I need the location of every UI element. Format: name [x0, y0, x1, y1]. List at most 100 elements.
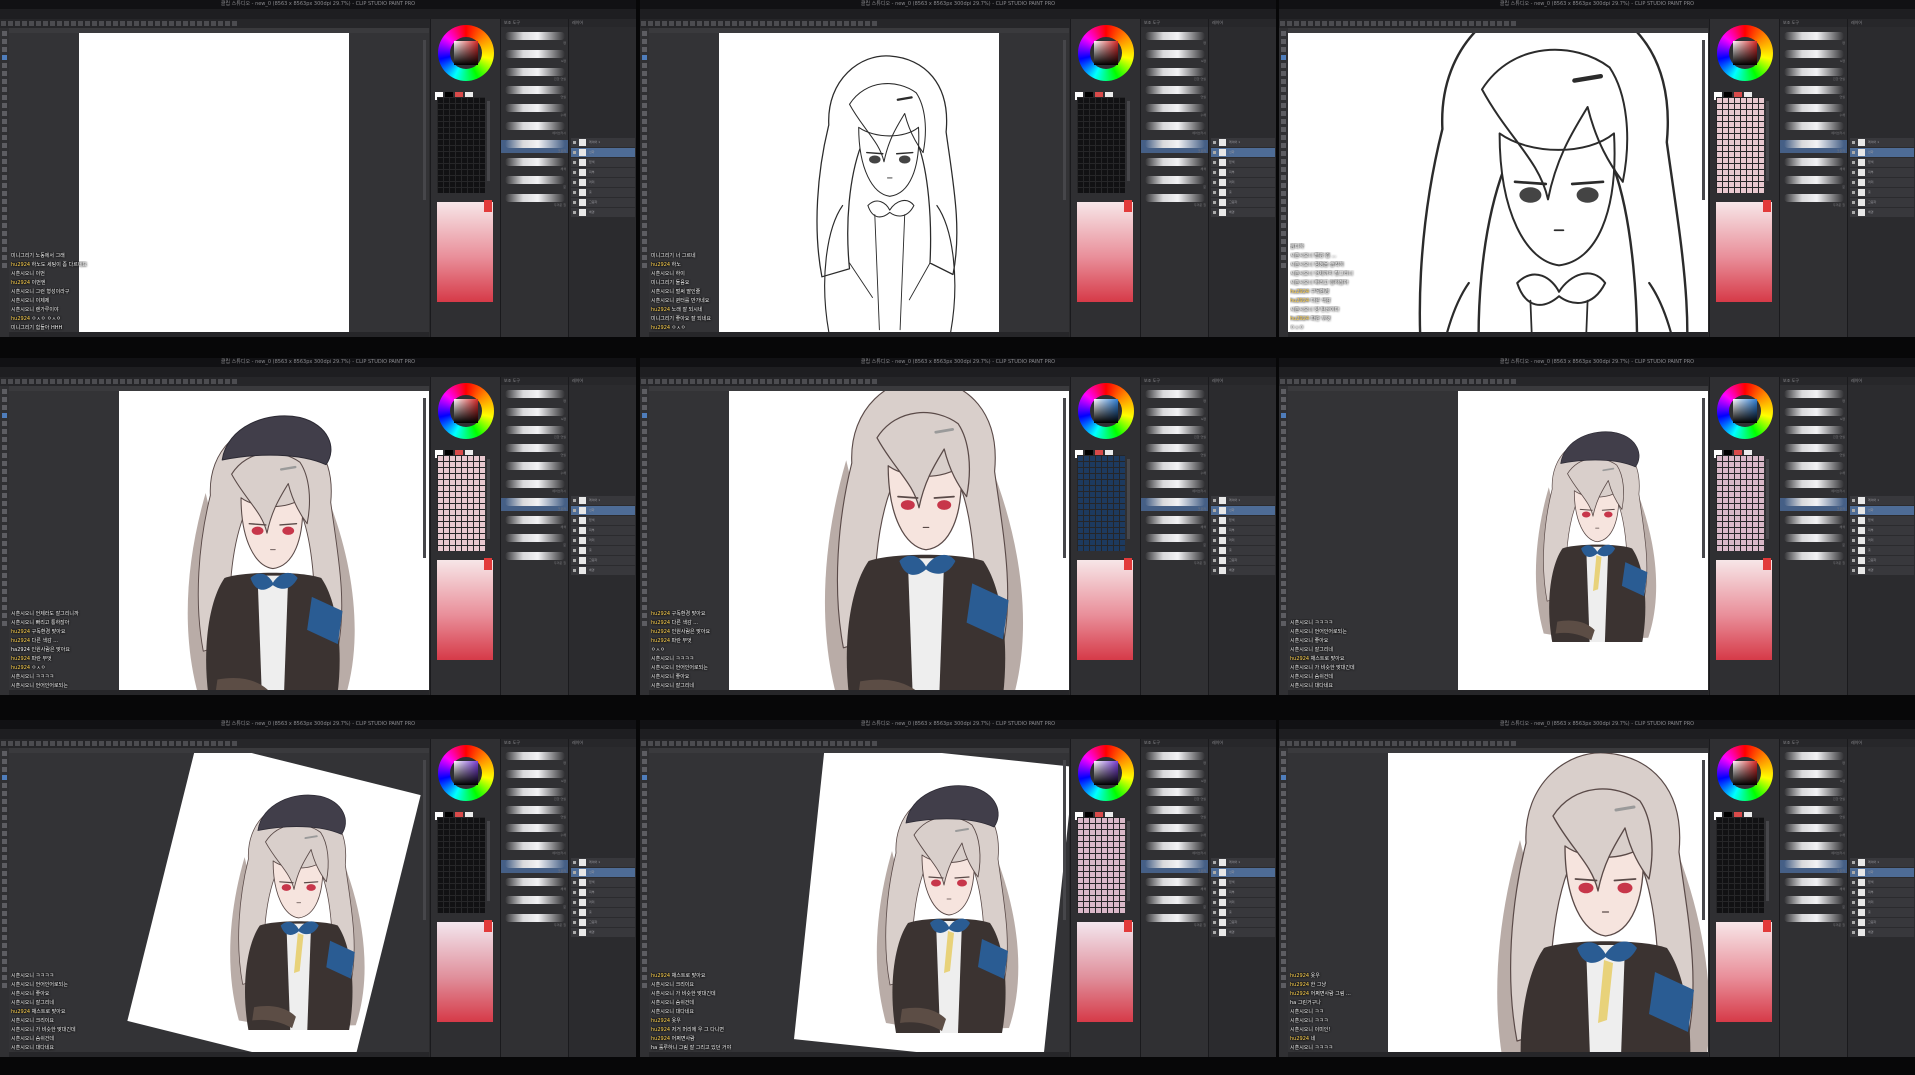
command-icon[interactable]: [655, 379, 660, 384]
eye-icon[interactable]: [1213, 891, 1216, 894]
command-icon[interactable]: [232, 741, 237, 746]
brush-item[interactable]: 연필: [501, 806, 569, 819]
tool-icon[interactable]: [1281, 799, 1286, 804]
tool-icon[interactable]: [1281, 533, 1286, 538]
command-icon[interactable]: [1343, 741, 1348, 746]
tool-icon[interactable]: [2, 871, 7, 876]
tool-icon[interactable]: [642, 55, 647, 60]
brush-item[interactable]: 수채: [1780, 462, 1848, 475]
command-icon[interactable]: [760, 21, 765, 26]
command-icon[interactable]: [1399, 21, 1404, 26]
tool-icon[interactable]: [642, 911, 647, 916]
tool-icon[interactable]: [1281, 855, 1286, 860]
command-icon[interactable]: [1329, 21, 1334, 26]
tool-icon[interactable]: [642, 151, 647, 156]
command-icon[interactable]: [78, 379, 83, 384]
tool-icon[interactable]: [2, 87, 7, 92]
brush-panel-tab[interactable]: 보조 도구: [501, 377, 569, 385]
command-icon[interactable]: [732, 379, 737, 384]
tool-icon[interactable]: [2, 263, 7, 268]
layer-row[interactable]: 피부: [571, 168, 635, 177]
layer-row[interactable]: 배경: [571, 928, 635, 937]
eye-icon[interactable]: [573, 881, 576, 884]
brush-panel-tab[interactable]: 보조 도구: [1780, 377, 1848, 385]
eye-icon[interactable]: [1213, 901, 1216, 904]
command-icon[interactable]: [851, 741, 856, 746]
command-icon[interactable]: [697, 741, 702, 746]
command-icon[interactable]: [1336, 21, 1341, 26]
command-icon[interactable]: [1441, 379, 1446, 384]
tool-icon[interactable]: [2, 759, 7, 764]
command-icon[interactable]: [99, 21, 104, 26]
tool-icon[interactable]: [2, 477, 7, 482]
layer-row[interactable]: 배경: [1850, 566, 1914, 575]
color-ramp[interactable]: [1716, 922, 1772, 1022]
tool-icon[interactable]: [2, 39, 7, 44]
saturation-value-square[interactable]: [454, 399, 478, 423]
eye-icon[interactable]: [1852, 559, 1855, 562]
command-icon[interactable]: [809, 741, 814, 746]
tool-icon[interactable]: [642, 541, 647, 546]
tool-icon[interactable]: [642, 111, 647, 116]
tool-icon[interactable]: [642, 823, 647, 828]
saturation-value-square[interactable]: [1094, 761, 1118, 785]
brush-item[interactable]: 크로키: [1780, 140, 1848, 153]
command-icon[interactable]: [1448, 741, 1453, 746]
command-icon[interactable]: [1427, 379, 1432, 384]
tool-icon[interactable]: [2, 255, 7, 260]
command-icon[interactable]: [1350, 379, 1355, 384]
command-icon[interactable]: [1, 741, 6, 746]
eye-icon[interactable]: [573, 871, 576, 874]
tool-icon[interactable]: [642, 879, 647, 884]
tool-icon[interactable]: [1281, 823, 1286, 828]
command-icon[interactable]: [704, 21, 709, 26]
command-icon[interactable]: [872, 21, 877, 26]
command-icon[interactable]: [1343, 379, 1348, 384]
command-icon[interactable]: [36, 379, 41, 384]
brush-item[interactable]: 에어브러시: [501, 480, 569, 493]
layer-row[interactable]: 그림자: [1850, 918, 1914, 927]
tool-icon[interactable]: [1281, 517, 1286, 522]
tool-icon[interactable]: [642, 871, 647, 876]
color-ramp[interactable]: [437, 922, 493, 1022]
brush-item[interactable]: G펜: [1780, 408, 1848, 421]
color-wheel-icon[interactable]: [438, 745, 494, 801]
color-set-grid[interactable]: [1077, 97, 1125, 193]
brush-item[interactable]: 두꺼운 칠: [501, 552, 569, 565]
tool-icon[interactable]: [2, 831, 7, 836]
layer-row[interactable]: 레이어 1: [571, 858, 635, 867]
brush-item[interactable]: 에어브러시: [501, 842, 569, 855]
brush-item[interactable]: 연필: [1780, 86, 1848, 99]
command-icon[interactable]: [43, 21, 48, 26]
brush-item[interactable]: 채색: [501, 878, 569, 891]
command-icon[interactable]: [725, 379, 730, 384]
command-icon[interactable]: [1462, 741, 1467, 746]
layer-row[interactable]: 레이어 1: [1850, 138, 1914, 147]
eye-icon[interactable]: [1852, 181, 1855, 184]
brush-item[interactable]: 진한 연필: [1141, 68, 1209, 81]
command-icon[interactable]: [211, 21, 216, 26]
tool-icon[interactable]: [642, 831, 647, 836]
command-icon[interactable]: [169, 741, 174, 746]
brush-item[interactable]: 연필: [501, 444, 569, 457]
brush-item[interactable]: 크로키: [501, 498, 569, 511]
command-icon[interactable]: [1280, 21, 1285, 26]
tool-icon[interactable]: [642, 533, 647, 538]
command-icon[interactable]: [1280, 379, 1285, 384]
command-icon[interactable]: [1371, 21, 1376, 26]
color-ramp[interactable]: [437, 202, 493, 302]
brush-panel-tab[interactable]: 보조 도구: [1780, 19, 1848, 27]
tool-icon[interactable]: [1281, 975, 1286, 980]
tool-icon[interactable]: [2, 119, 7, 124]
command-icon[interactable]: [1434, 741, 1439, 746]
command-icon[interactable]: [211, 379, 216, 384]
tool-icon[interactable]: [2, 791, 7, 796]
command-icon[interactable]: [183, 21, 188, 26]
tool-icon[interactable]: [2, 549, 7, 554]
brush-item[interactable]: 수채: [1780, 824, 1848, 837]
layer-row[interactable]: 배경: [1850, 208, 1914, 217]
saturation-value-square[interactable]: [1733, 399, 1757, 423]
command-icon[interactable]: [78, 741, 83, 746]
brush-item[interactable]: 크로키: [1780, 860, 1848, 873]
brush-item[interactable]: 에어브러시: [501, 122, 569, 135]
